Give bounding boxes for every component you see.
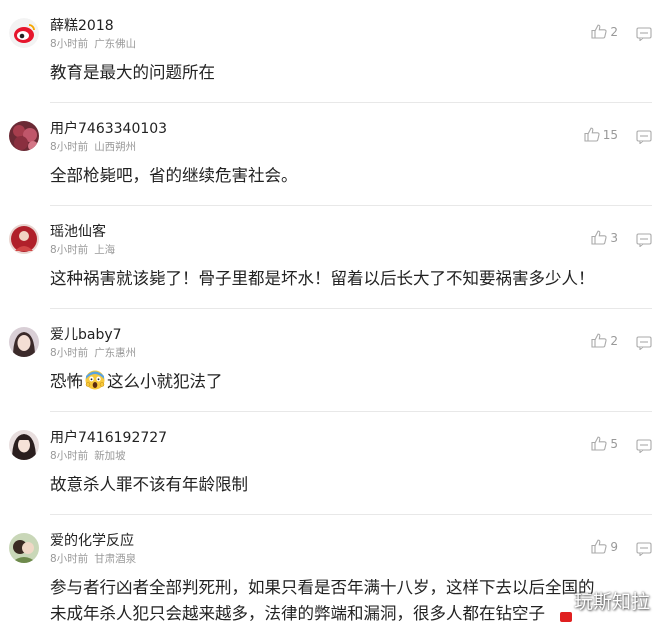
- reply-button[interactable]: [636, 541, 652, 560]
- avatar[interactable]: [9, 327, 39, 357]
- comment-text-part: 这么小就犯法了: [107, 372, 223, 391]
- comment-text: 恐怖 这么小就犯法了: [50, 369, 223, 395]
- comment-item: 瑶池仙客 8小时前 上海 这种祸害就该毙了！骨子里都是坏水！留着以后长大了不知要祸…: [0, 206, 660, 309]
- timestamp: 8小时前: [50, 553, 89, 565]
- user-photo-icon: [9, 224, 39, 254]
- like-count: 2: [610, 333, 618, 348]
- like-count: 3: [610, 230, 618, 245]
- timestamp: 8小时前: [50, 347, 89, 359]
- username[interactable]: 用户7416192727: [50, 427, 167, 447]
- comment-text-part: 恐怖: [50, 372, 83, 391]
- thumbs-up-icon: [591, 539, 607, 554]
- username[interactable]: 薛糕2018: [50, 15, 114, 35]
- user-photo-icon: [9, 533, 39, 563]
- like-button[interactable]: 9: [591, 539, 618, 554]
- user-photo-icon: [9, 327, 39, 357]
- reply-icon: [636, 336, 652, 351]
- comment-item: 薛糕2018 8小时前 广东佛山 教育是最大的问题所在 2: [0, 0, 660, 103]
- screaming-face-emoji-icon: [85, 370, 105, 390]
- thumbs-up-icon: [591, 436, 607, 451]
- comment-text-line: 未成年杀人犯只会越来越多，法律的弊端和漏洞，很多人都在钻空子: [50, 604, 545, 623]
- username[interactable]: 爱儿baby7: [50, 324, 122, 344]
- comment-text: 教育是最大的问题所在: [50, 63, 215, 82]
- location: 广东惠州: [94, 347, 137, 359]
- like-count: 9: [610, 539, 618, 554]
- reply-button[interactable]: [636, 129, 652, 148]
- like-button[interactable]: 2: [591, 24, 618, 39]
- comment-meta: 8小时前 广东佛山: [50, 36, 136, 51]
- watermark: 玩斯知拉: [559, 587, 650, 622]
- watermark-text: 玩斯知拉: [573, 591, 650, 613]
- reply-icon: [636, 233, 652, 248]
- avatar[interactable]: [9, 533, 39, 563]
- thumbs-up-icon: [584, 127, 600, 142]
- like-button[interactable]: 2: [591, 333, 618, 348]
- reply-button[interactable]: [636, 26, 652, 45]
- timestamp: 8小时前: [50, 141, 89, 153]
- comment-meta: 8小时前 广东惠州: [50, 345, 136, 360]
- username[interactable]: 用户7463340103: [50, 118, 167, 138]
- comment-item: 用户7416192727 8小时前 新加坡 故意杀人罪不该有年龄限制 5: [0, 412, 660, 515]
- thumbs-up-icon: [591, 333, 607, 348]
- reply-icon: [636, 439, 652, 454]
- like-button[interactable]: 3: [591, 230, 618, 245]
- username[interactable]: 瑶池仙客: [50, 221, 106, 241]
- comment-text-line: 参与者行凶者全部判死刑，如果只看是否年满十八岁，这样下去以后全国的: [50, 578, 595, 597]
- timestamp: 8小时前: [50, 38, 89, 50]
- avatar[interactable]: [9, 121, 39, 151]
- comment-item: 爱儿baby7 8小时前 广东惠州 恐怖 这么小就犯法了 2: [0, 309, 660, 412]
- comment-meta: 8小时前 上海: [50, 242, 115, 257]
- comment-text: 故意杀人罪不该有年龄限制: [50, 475, 248, 494]
- comment-item: 用户7463340103 8小时前 山西朔州 全部枪毙吧，省的继续危害社会。 15: [0, 103, 660, 206]
- location: 山西朔州: [94, 141, 137, 153]
- location: 上海: [94, 244, 116, 256]
- reply-button[interactable]: [636, 438, 652, 457]
- location: 广东佛山: [94, 38, 137, 50]
- like-count: 5: [610, 436, 618, 451]
- comment-text: 参与者行凶者全部判死刑，如果只看是否年满十八岁，这样下去以后全国的 未成年杀人犯…: [50, 575, 595, 627]
- user-photo-icon: [9, 430, 39, 460]
- comment-meta: 8小时前 新加坡: [50, 448, 126, 463]
- watermark-logo-icon: [559, 612, 572, 622]
- like-button[interactable]: 15: [584, 127, 618, 142]
- reply-icon: [636, 130, 652, 145]
- timestamp: 8小时前: [50, 244, 89, 256]
- comment-text: 这种祸害就该毙了！骨子里都是坏水！留着以后长大了不知要祸害多少人！: [50, 269, 595, 288]
- like-count: 2: [610, 24, 618, 39]
- avatar[interactable]: [9, 430, 39, 460]
- location: 新加坡: [94, 450, 126, 462]
- comment-text: 全部枪毙吧，省的继续危害社会。: [50, 166, 298, 185]
- user-photo-icon: [9, 121, 39, 151]
- username[interactable]: 爱的化学反应: [50, 530, 134, 550]
- avatar[interactable]: [9, 18, 39, 48]
- timestamp: 8小时前: [50, 450, 89, 462]
- thumbs-up-icon: [591, 24, 607, 39]
- comment-meta: 8小时前 山西朔州: [50, 139, 136, 154]
- reply-button[interactable]: [636, 232, 652, 251]
- reply-icon: [636, 542, 652, 557]
- thumbs-up-icon: [591, 230, 607, 245]
- weibo-logo-icon: [9, 18, 39, 48]
- reply-button[interactable]: [636, 335, 652, 354]
- comment-meta: 8小时前 甘肃酒泉: [50, 551, 136, 566]
- avatar[interactable]: [9, 224, 39, 254]
- reply-icon: [636, 27, 652, 42]
- like-button[interactable]: 5: [591, 436, 618, 451]
- location: 甘肃酒泉: [94, 553, 137, 565]
- like-count: 15: [602, 127, 618, 142]
